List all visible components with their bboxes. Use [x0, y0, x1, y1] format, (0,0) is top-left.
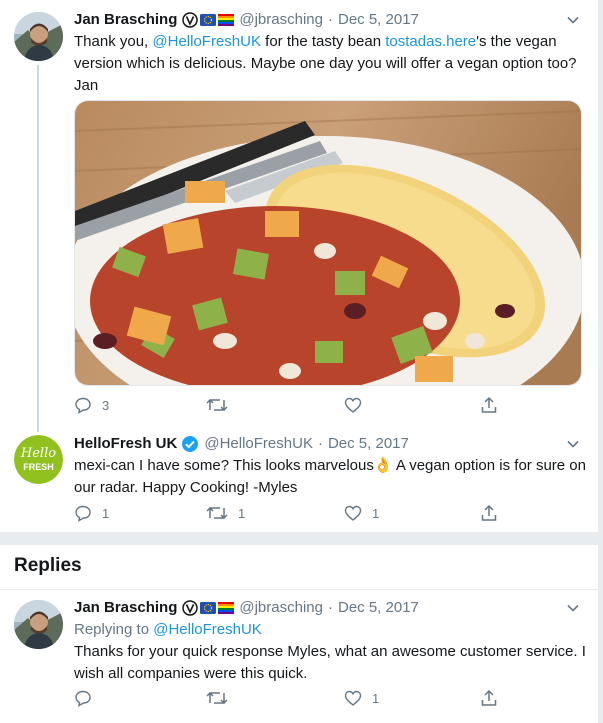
reply-icon — [75, 690, 91, 707]
tweet-date[interactable]: Dec 5, 2017 — [338, 9, 419, 31]
tweet-date[interactable]: Dec 5, 2017 — [338, 597, 419, 619]
retweet-count: 1 — [238, 505, 246, 521]
reply-action[interactable] — [74, 689, 102, 707]
thread-connector-line — [37, 65, 39, 432]
replying-to-line: Replying to @HelloFreshUK — [74, 619, 590, 641]
verified-badge-icon — [182, 436, 199, 452]
like-action[interactable]: 1 — [344, 689, 379, 707]
heart-icon — [344, 505, 362, 521]
replying-to-label: Replying to — [74, 621, 154, 638]
separator-dot: · — [327, 599, 333, 616]
name-emoji-group — [182, 600, 235, 616]
vegan-v-icon — [182, 12, 199, 28]
name-emoji-group — [182, 12, 235, 28]
share-icon — [481, 396, 497, 413]
vegan-v-icon — [182, 600, 199, 616]
tweet-text: Thanks for your quick response Myles, wh… — [74, 643, 586, 682]
share-action[interactable] — [480, 504, 498, 522]
like-action[interactable]: 1 — [344, 504, 379, 522]
tweet-text: mexi-can I have some? This looks marvelo… — [74, 457, 586, 496]
author-handle[interactable]: @HelloFreshUK — [204, 433, 313, 455]
retweet-icon — [206, 506, 228, 520]
eu-flag-icon — [200, 14, 217, 26]
tweet-text: Thank you, @HelloFreshUK for the tasty b… — [74, 31, 590, 97]
like-count: 1 — [372, 505, 380, 521]
section-divider — [0, 589, 598, 590]
retweet-action[interactable] — [206, 396, 238, 414]
heart-icon — [344, 397, 362, 413]
retweet-icon — [206, 398, 228, 412]
chevron-down-icon[interactable] — [566, 13, 580, 27]
separator-dot: · — [317, 435, 323, 452]
food-photo-image — [75, 101, 581, 385]
tweet-header: Jan Brasching @jbrasching · Dec 5, 2017 — [74, 9, 582, 31]
conversation-thread: Jan Brasching @jbrasching · Dec 5, 2017 … — [0, 0, 598, 532]
author-name[interactable]: Jan Brasching — [74, 597, 177, 619]
reply-icon — [75, 505, 91, 522]
tweet-date[interactable]: Dec 5, 2017 — [328, 433, 409, 455]
rainbow-flag-icon — [218, 14, 235, 26]
share-icon — [481, 689, 497, 706]
avatar-logo-text: FRESH — [23, 462, 54, 472]
eu-flag-icon — [200, 602, 217, 614]
tweet-actions: 1 1 1 — [74, 504, 514, 526]
mention-link[interactable]: @HelloFreshUK — [153, 621, 262, 638]
like-action[interactable] — [344, 396, 372, 414]
author-handle[interactable]: @jbrasching — [239, 9, 323, 31]
share-action[interactable] — [480, 689, 498, 707]
author-handle[interactable]: @jbrasching — [239, 597, 323, 619]
avatar-logo-text: Hello — [20, 446, 56, 461]
author-name[interactable]: HelloFresh UK — [74, 433, 177, 455]
avatar-jan-brasching[interactable] — [14, 600, 63, 649]
reply-count: 1 — [102, 505, 110, 521]
chevron-down-icon[interactable] — [566, 437, 580, 451]
tweet-header: HelloFresh UK @HelloFreshUK · Dec 5, 201… — [74, 433, 582, 455]
avatar-jan-brasching[interactable] — [14, 12, 63, 61]
heart-icon — [344, 690, 362, 706]
retweet-action[interactable] — [206, 689, 238, 707]
like-count: 1 — [372, 690, 380, 706]
chevron-down-icon[interactable] — [566, 601, 580, 615]
avatar-hellofresh[interactable]: Hello FRESH — [14, 435, 63, 484]
tweet-text-part: for the tasty bean — [260, 33, 386, 50]
reply-action[interactable]: 3 — [74, 396, 109, 414]
tweet-header: Jan Brasching @jbrasching · Dec 5, 2017 — [74, 597, 582, 619]
author-name[interactable]: Jan Brasching — [74, 9, 177, 31]
reply-count: 3 — [102, 397, 110, 413]
url-link[interactable]: tostadas.here — [385, 33, 476, 50]
retweet-action[interactable]: 1 — [206, 504, 245, 522]
tweet-photo[interactable] — [74, 100, 582, 386]
tweet-text-part: Thank you, — [74, 33, 153, 50]
rainbow-flag-icon — [218, 602, 235, 614]
retweet-icon — [206, 691, 228, 705]
tweet-actions: 3 — [74, 396, 514, 418]
replies-section: Replies Jan Brasching @jbrasching · Dec … — [0, 545, 598, 723]
reply-action[interactable]: 1 — [74, 504, 109, 522]
tweet-actions: 1 — [74, 689, 514, 711]
share-icon — [481, 504, 497, 521]
reply-icon — [75, 397, 91, 414]
share-action[interactable] — [480, 396, 498, 414]
mention-link[interactable]: @HelloFreshUK — [152, 33, 261, 50]
separator-dot: · — [327, 11, 333, 28]
replies-heading: Replies — [14, 555, 82, 576]
